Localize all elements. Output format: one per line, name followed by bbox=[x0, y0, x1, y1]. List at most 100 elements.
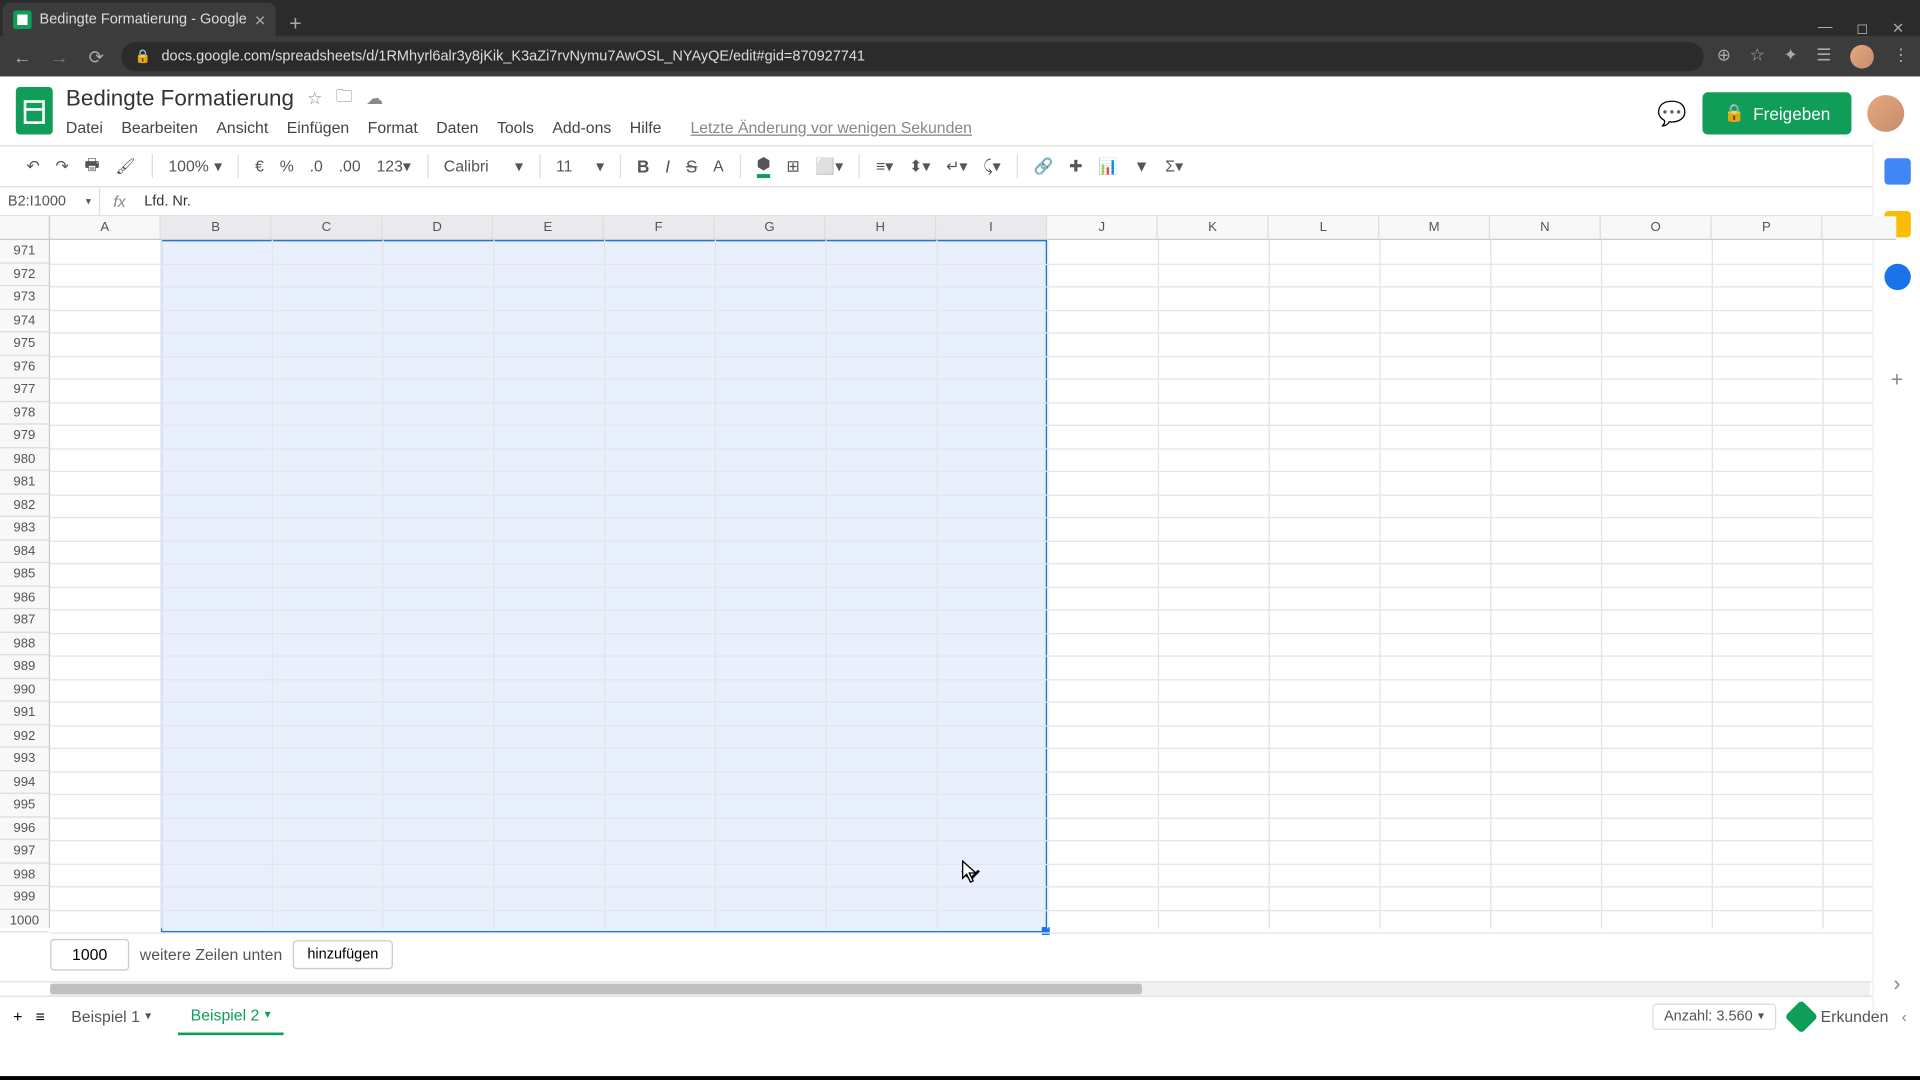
sheets-logo-icon[interactable] bbox=[16, 87, 53, 134]
menu-icon[interactable]: ⋮ bbox=[1892, 45, 1909, 69]
reading-list-icon[interactable]: ☰ bbox=[1816, 45, 1831, 69]
close-tab-icon[interactable]: × bbox=[255, 9, 266, 30]
column-header[interactable]: N bbox=[1490, 216, 1601, 238]
cloud-status-icon[interactable]: ☁ bbox=[366, 88, 383, 109]
row-header[interactable]: 995 bbox=[0, 794, 49, 817]
back-icon[interactable]: ← bbox=[11, 46, 35, 67]
row-header[interactable]: 971 bbox=[0, 240, 49, 263]
horizontal-scrollbar[interactable] bbox=[50, 982, 1870, 995]
row-header[interactable]: 997 bbox=[0, 840, 49, 863]
new-tab-button[interactable]: + bbox=[276, 13, 315, 37]
zoom-icon[interactable]: ⊕ bbox=[1717, 45, 1731, 69]
selection-handle[interactable] bbox=[1042, 927, 1050, 935]
close-window-icon[interactable]: ✕ bbox=[1892, 20, 1904, 37]
row-header[interactable]: 996 bbox=[0, 817, 49, 840]
h-align-button[interactable]: ≡▾ bbox=[876, 157, 893, 175]
calendar-icon[interactable] bbox=[1884, 158, 1910, 184]
font-size-select[interactable]: 11▾ bbox=[556, 157, 604, 175]
column-header[interactable]: C bbox=[272, 216, 383, 238]
undo-icon[interactable]: ↶ bbox=[26, 157, 39, 175]
column-header[interactable]: J bbox=[1047, 216, 1158, 238]
filter-icon[interactable]: ▼ bbox=[1134, 157, 1150, 175]
number-format-select[interactable]: 123▾ bbox=[376, 157, 410, 175]
scrollbar-thumb[interactable] bbox=[50, 984, 1142, 995]
bold-button[interactable]: B bbox=[637, 156, 649, 176]
fill-color-button[interactable]: ⬢ bbox=[757, 154, 771, 178]
status-count[interactable]: Anzahl: 3.560 ▾ bbox=[1652, 1003, 1776, 1029]
add-panel-icon[interactable]: + bbox=[1891, 369, 1903, 393]
column-header[interactable]: G bbox=[715, 216, 826, 238]
print-icon[interactable]: 🖶 bbox=[85, 152, 100, 180]
url-input[interactable]: 🔒 docs.google.com/spreadsheets/d/1RMhyrl… bbox=[121, 42, 1703, 71]
account-avatar-icon[interactable] bbox=[1867, 95, 1904, 132]
v-align-button[interactable]: ⬍▾ bbox=[909, 157, 930, 175]
comment-icon[interactable]: ✚ bbox=[1069, 157, 1082, 175]
percent-button[interactable]: % bbox=[280, 157, 294, 175]
spreadsheet-grid[interactable]: ABCDEFGHIJKLMNOP 97197297397497597697797… bbox=[0, 216, 1920, 928]
row-header[interactable]: 978 bbox=[0, 402, 49, 425]
row-header[interactable]: 979 bbox=[0, 425, 49, 448]
collapse-panel-icon[interactable]: › bbox=[1893, 973, 1900, 997]
maximize-icon[interactable]: ◻ bbox=[1856, 20, 1868, 37]
zoom-select[interactable]: 100%▾ bbox=[168, 157, 222, 175]
row-header[interactable]: 985 bbox=[0, 563, 49, 586]
menu-view[interactable]: Ansicht bbox=[216, 116, 268, 140]
column-header[interactable]: F bbox=[604, 216, 715, 238]
italic-button[interactable]: I bbox=[665, 156, 670, 176]
chart-icon[interactable]: 📊 bbox=[1098, 157, 1118, 175]
wrap-button[interactable]: ↵▾ bbox=[946, 157, 967, 175]
row-header[interactable]: 983 bbox=[0, 517, 49, 540]
profile-avatar-icon[interactable] bbox=[1850, 45, 1874, 69]
menu-data[interactable]: Daten bbox=[436, 116, 478, 140]
row-header[interactable]: 990 bbox=[0, 678, 49, 701]
reload-icon[interactable]: ⟳ bbox=[84, 45, 108, 67]
decrease-decimal-button[interactable]: .0 bbox=[310, 157, 323, 175]
link-icon[interactable]: 🔗 bbox=[1034, 157, 1054, 175]
extensions-icon[interactable]: ✦ bbox=[1783, 45, 1797, 69]
row-header[interactable]: 986 bbox=[0, 586, 49, 609]
column-header[interactable]: L bbox=[1269, 216, 1380, 238]
strikethrough-button[interactable]: S bbox=[686, 156, 697, 176]
menu-insert[interactable]: Einfügen bbox=[287, 116, 349, 140]
row-header[interactable]: 994 bbox=[0, 771, 49, 794]
row-header[interactable]: 973 bbox=[0, 286, 49, 309]
menu-edit[interactable]: Bearbeiten bbox=[121, 116, 198, 140]
row-header[interactable]: 998 bbox=[0, 863, 49, 886]
all-sheets-icon[interactable]: ≡ bbox=[36, 1007, 45, 1025]
row-header[interactable]: 980 bbox=[0, 448, 49, 471]
document-title[interactable]: Bedingte Formatierung bbox=[66, 86, 294, 112]
sheet-tab-beispiel-1[interactable]: Beispiel 1 ▾ bbox=[58, 999, 164, 1033]
star-icon[interactable]: ☆ bbox=[1750, 45, 1765, 69]
add-rows-input[interactable] bbox=[50, 939, 129, 971]
row-header[interactable]: 984 bbox=[0, 540, 49, 563]
add-sheet-icon[interactable]: + bbox=[13, 1007, 22, 1025]
column-header[interactable]: E bbox=[493, 216, 604, 238]
menu-tools[interactable]: Tools bbox=[497, 116, 534, 140]
row-header[interactable]: 977 bbox=[0, 378, 49, 401]
column-header[interactable]: O bbox=[1601, 216, 1712, 238]
row-header[interactable]: 987 bbox=[0, 609, 49, 632]
row-header[interactable]: 982 bbox=[0, 494, 49, 517]
row-header[interactable]: 981 bbox=[0, 471, 49, 494]
redo-icon[interactable]: ↷ bbox=[55, 157, 68, 175]
column-header[interactable]: K bbox=[1158, 216, 1269, 238]
row-header[interactable]: 992 bbox=[0, 725, 49, 748]
forward-icon[interactable]: → bbox=[47, 46, 71, 67]
sheet-tab-beispiel-2[interactable]: Beispiel 2 ▾ bbox=[177, 998, 283, 1035]
browser-tab[interactable]: Bedingte Formatierung - Google × bbox=[3, 3, 276, 37]
star-doc-icon[interactable]: ☆ bbox=[307, 88, 322, 109]
row-header[interactable]: 1000 bbox=[0, 909, 49, 932]
rotate-button[interactable]: ⤹▾ bbox=[983, 156, 1000, 176]
column-header[interactable]: I bbox=[936, 216, 1047, 238]
tasks-icon[interactable] bbox=[1884, 264, 1910, 290]
cells-area[interactable] bbox=[50, 240, 1896, 928]
functions-button[interactable]: Σ▾ bbox=[1165, 157, 1183, 175]
name-box[interactable]: B2:I1000 ▾ bbox=[0, 187, 100, 215]
merge-cells-button[interactable]: ⬜▾ bbox=[815, 157, 843, 175]
row-header[interactable]: 974 bbox=[0, 309, 49, 332]
column-header[interactable]: P bbox=[1712, 216, 1823, 238]
menu-help[interactable]: Hilfe bbox=[630, 116, 662, 140]
comments-icon[interactable]: 💬 bbox=[1657, 100, 1687, 128]
column-header[interactable]: D bbox=[382, 216, 493, 238]
move-doc-icon[interactable]: 🗀 bbox=[336, 84, 353, 113]
